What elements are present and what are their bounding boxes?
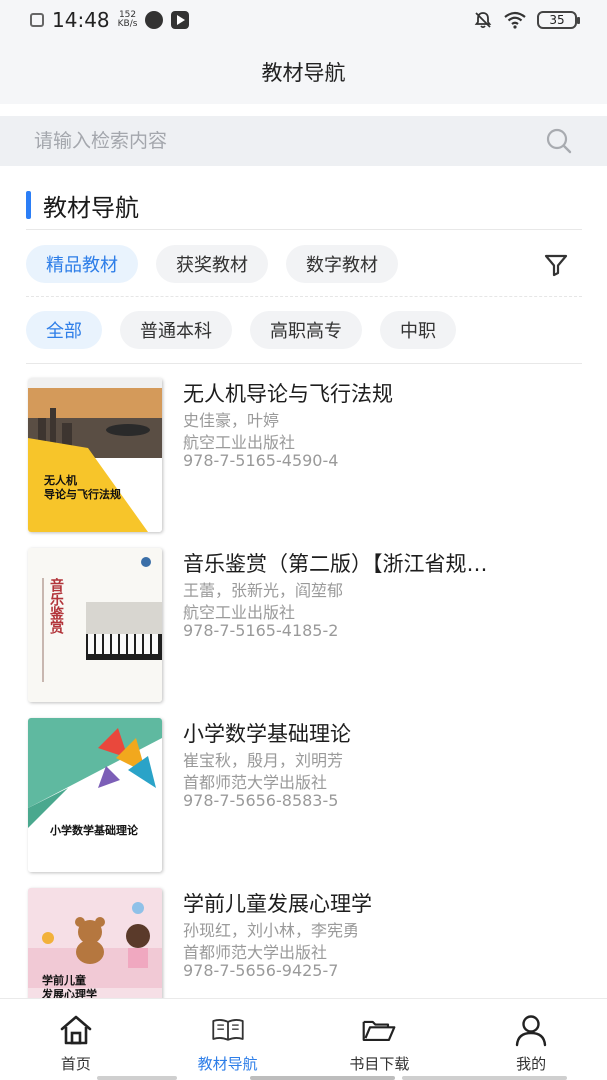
cover-title-text: 小学数学基础理论 xyxy=(50,824,138,837)
cover-title-text: 无人机 导论与飞行法规 xyxy=(44,474,121,501)
tab-catalog-download[interactable]: 书目下载 xyxy=(304,999,456,1080)
page-title: 教材导航 xyxy=(0,40,607,104)
tab-profile[interactable]: 我的 xyxy=(455,999,607,1080)
network-speed-unit: KB/s xyxy=(117,19,138,29)
chip-undergraduate[interactable]: 普通本科 xyxy=(120,311,232,349)
battery-indicator: 35 xyxy=(537,11,580,29)
level-chip-row: 全部 普通本科 高职高专 中职 xyxy=(26,311,456,349)
book-item[interactable]: 小学数学基础理论 小学数学基础理论 崔宝秋，殷月，刘明芳 首都师范大学出版社 9… xyxy=(0,712,607,872)
book-isbn: 978-7-5656-8583-5 xyxy=(183,791,339,810)
book-authors: 史佳豪，叶婷 xyxy=(183,411,280,430)
book-item[interactable]: 音乐鉴赏 音乐鉴赏（第二版）【浙江省规… 王蕾，张新光，阎堃郁 航空工业出版社 … xyxy=(0,542,607,702)
filter-icon[interactable] xyxy=(543,252,569,278)
book-authors: 孙现红，刘小林，李宪勇 xyxy=(183,921,360,940)
tab-catalog-download-label: 书目下载 xyxy=(349,1055,410,1073)
book-title[interactable]: 学前儿童发展心理学 xyxy=(183,888,578,918)
book-isbn: 978-7-5656-9425-7 xyxy=(183,961,339,980)
book-publisher: 航空工业出版社 xyxy=(183,433,296,452)
drone-cover-illustration xyxy=(28,378,162,532)
wifi-icon xyxy=(504,11,526,29)
notification-close-icon xyxy=(30,13,44,27)
book-cover[interactable]: 小学数学基础理论 xyxy=(28,718,162,872)
book-authors: 崔宝秋，殷月，刘明芳 xyxy=(183,751,344,770)
chip-award-winning[interactable]: 获奖教材 xyxy=(156,245,268,283)
category-chip-row: 精品教材 获奖教材 数字教材 xyxy=(26,245,398,283)
book-publisher: 首都师范大学出版社 xyxy=(183,943,328,962)
chip-row-divider xyxy=(26,296,582,297)
section-heading: 教材导航 xyxy=(26,188,139,222)
network-speed: 152 KB/s xyxy=(118,11,138,29)
status-time: 14:48 xyxy=(52,8,110,32)
tab-textbook-navigation-label: 教材导航 xyxy=(197,1055,258,1073)
book-publisher: 首都师范大学出版社 xyxy=(183,773,328,792)
search-bar[interactable] xyxy=(0,116,607,166)
nav-indicator xyxy=(97,1076,177,1080)
nav-indicator xyxy=(402,1076,567,1080)
user-icon xyxy=(515,1015,547,1047)
book-authors: 王蕾，张新光，阎堃郁 xyxy=(183,581,344,600)
tab-home[interactable]: 首页 xyxy=(0,999,152,1080)
video-notification-icon xyxy=(171,11,190,29)
book-title[interactable]: 音乐鉴赏（第二版）【浙江省规… xyxy=(183,548,578,578)
chip-vocational-college[interactable]: 高职高专 xyxy=(250,311,362,349)
nav-indicator-active xyxy=(250,1076,395,1080)
app-notification-icon xyxy=(145,11,164,29)
chip-secondary-vocational[interactable]: 中职 xyxy=(380,311,456,349)
book-isbn: 978-7-5165-4185-2 xyxy=(183,621,339,640)
section-title-text: 教材导航 xyxy=(43,193,139,222)
search-icon[interactable] xyxy=(545,127,573,155)
bottom-tab-bar: 首页 教材导航 书目下载 我的 xyxy=(0,998,607,1080)
section-accent-bar xyxy=(26,191,31,219)
status-bar: 14:48 152 KB/s 35 xyxy=(0,0,607,40)
section-divider xyxy=(26,229,582,230)
math-cover-illustration xyxy=(28,718,162,872)
book-publisher: 航空工业出版社 xyxy=(183,603,296,622)
tab-textbook-navigation[interactable]: 教材导航 xyxy=(152,999,304,1080)
book-isbn: 978-7-5165-4590-4 xyxy=(183,451,339,470)
folder-icon xyxy=(362,1020,396,1041)
book-item[interactable]: 无人机 导论与飞行法规 无人机导论与飞行法规 史佳豪，叶婷 航空工业出版社 97… xyxy=(0,372,607,532)
search-input[interactable] xyxy=(34,130,545,152)
chip-all[interactable]: 全部 xyxy=(26,311,102,349)
book-cover[interactable]: 音乐鉴赏 xyxy=(28,548,162,702)
chip-digital[interactable]: 数字教材 xyxy=(286,245,398,283)
filter-divider xyxy=(26,363,582,364)
tab-profile-label: 我的 xyxy=(516,1055,547,1073)
book-icon xyxy=(211,1019,244,1041)
home-icon xyxy=(60,1015,92,1045)
book-title[interactable]: 无人机导论与飞行法规 xyxy=(183,378,578,408)
mute-icon xyxy=(474,12,492,29)
tab-home-label: 首页 xyxy=(60,1055,91,1073)
book-cover[interactable]: 无人机 导论与飞行法规 xyxy=(28,378,162,532)
chip-featured[interactable]: 精品教材 xyxy=(26,245,138,283)
book-title[interactable]: 小学数学基础理论 xyxy=(183,718,578,748)
cover-title-text: 音乐鉴赏 xyxy=(48,578,64,634)
